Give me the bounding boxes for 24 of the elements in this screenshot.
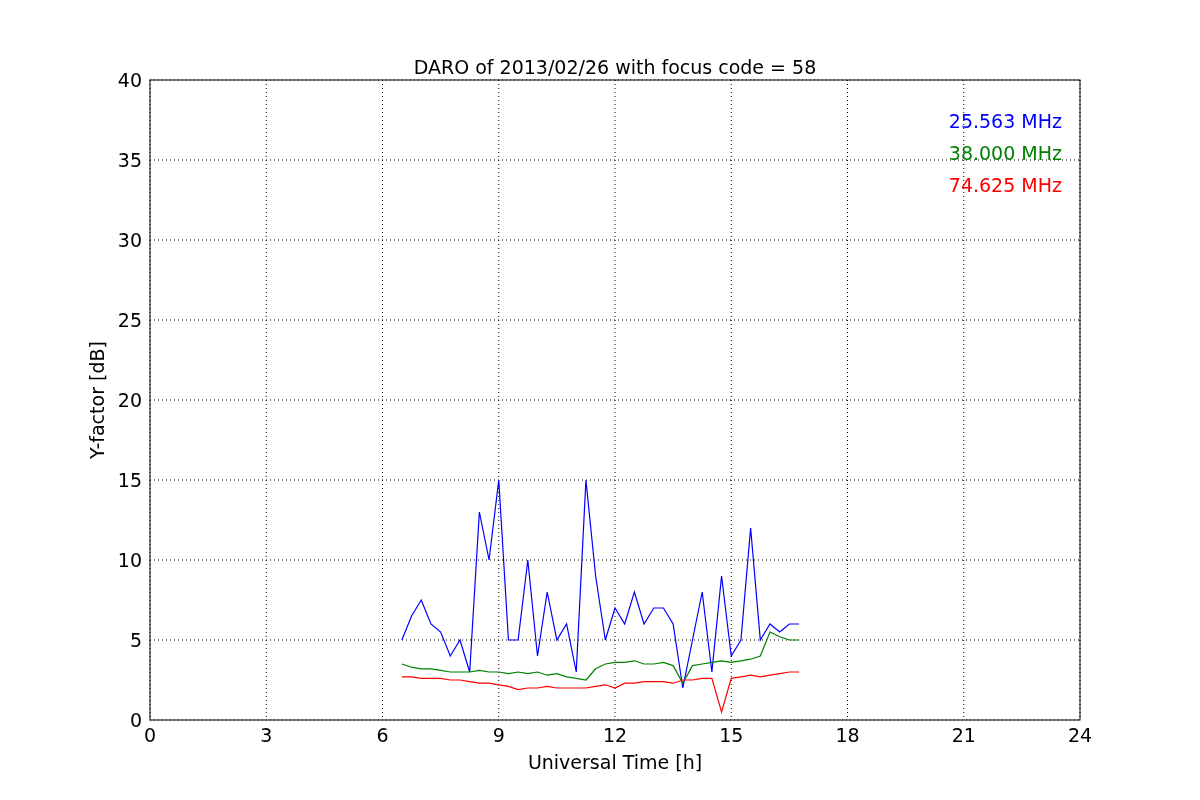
y-tick-label: 0 (129, 709, 142, 731)
x-tick-label: 0 (143, 724, 157, 746)
y-tick-label: 15 (117, 469, 142, 491)
x-tick-label: 24 (1067, 724, 1093, 746)
x-tick-label: 6 (376, 724, 389, 746)
y-tick-label: 20 (117, 389, 142, 411)
x-tick-label: 12 (602, 724, 628, 746)
legend-label: 38.000 MHz (948, 142, 1062, 164)
legend-label: 25.563 MHz (948, 110, 1062, 132)
y-tick-label: 30 (117, 229, 142, 251)
x-tick-label: 3 (260, 724, 273, 746)
y-tick-label: 10 (117, 549, 142, 571)
y-axis-title: Y-factor [dB] (86, 341, 108, 459)
x-tick-label: 15 (719, 724, 744, 746)
x-tick-label: 21 (951, 724, 976, 746)
x-tick-label: 9 (492, 724, 505, 746)
x-tick-label: 18 (835, 724, 860, 746)
y-tick-label: 5 (129, 629, 142, 651)
x-axis-title: Universal Time [h] (527, 751, 703, 773)
chart-title: DARO of 2013/02/26 with focus code = 58 (413, 56, 817, 78)
y-tick-label: 35 (117, 149, 142, 171)
y-tick-label: 25 (117, 309, 142, 331)
legend-label: 74.625 MHz (948, 174, 1062, 196)
y-tick-label: 40 (117, 69, 142, 91)
